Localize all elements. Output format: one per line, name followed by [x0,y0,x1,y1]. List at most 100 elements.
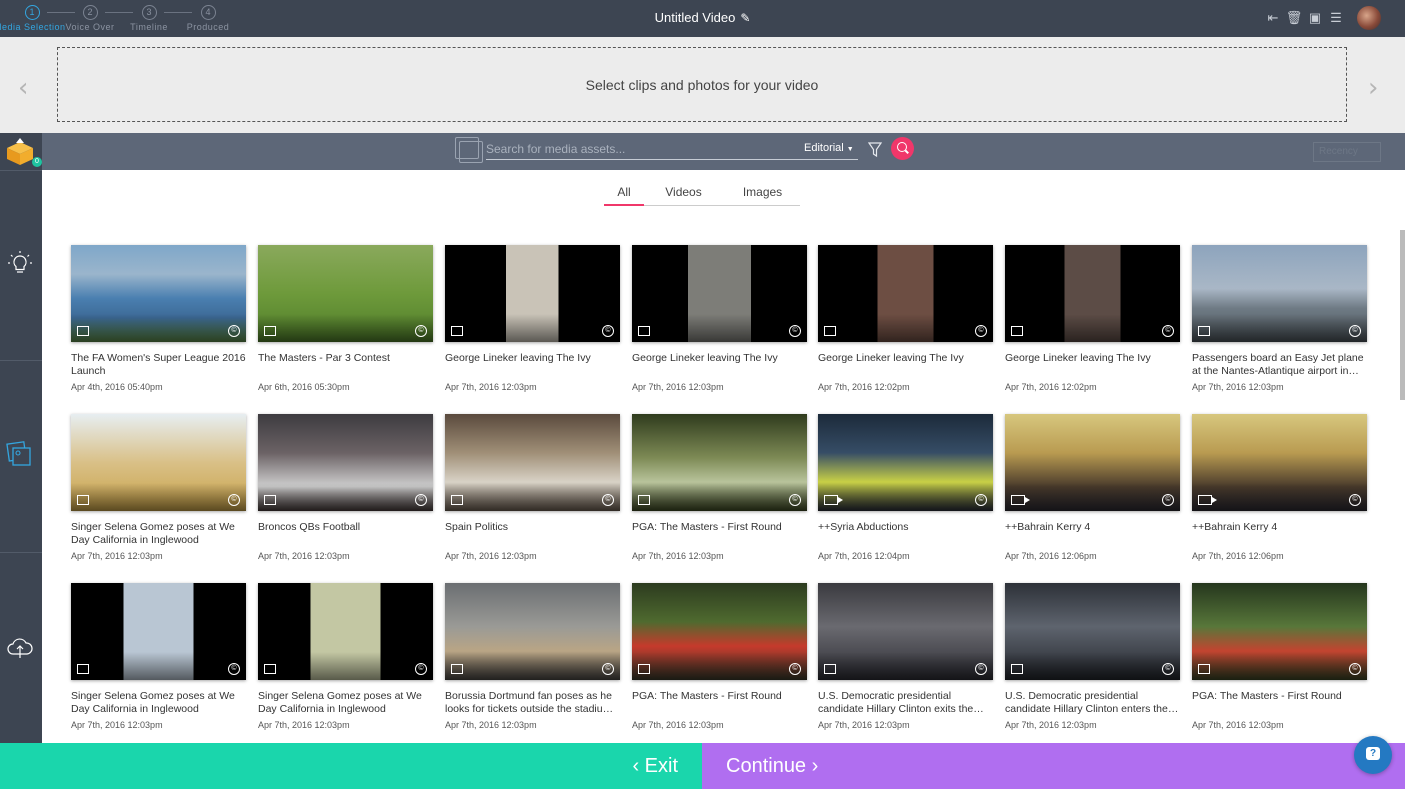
media-thumbnail[interactable]: © [71,245,246,342]
caret-down-icon: ▼ [846,146,854,153]
media-thumbnail[interactable]: © [1192,245,1367,342]
media-card[interactable]: © George Lineker leaving The Ivy Apr 7th, … [818,245,993,392]
media-card[interactable]: © ++Bahrain Kerry 4 Apr 7th, 2016 12:06pm [1005,414,1180,561]
scrollbar[interactable] [1400,230,1405,400]
thumbnail-shade [818,652,993,680]
media-thumbnail[interactable]: © [818,245,993,342]
media-card[interactable]: © Spain Politics Apr 7th, 2016 12:03pm [445,414,620,561]
image-type-icon [451,664,463,674]
trash-icon[interactable]: 🗑 [1285,9,1303,27]
media-card[interactable]: © The Masters - Par 3 Contest Apr 6th, 201… [258,245,433,392]
copyright-icon: © [975,325,987,337]
sidebar-section-ideas[interactable] [0,170,42,360]
media-title: ++Bahrain Kerry 4 [1005,521,1091,533]
media-card[interactable]: © Passengers board an Easy Jet plane at t… [1192,245,1367,392]
media-thumbnail[interactable]: © [1005,245,1180,342]
media-card[interactable]: © Singer Selena Gomez poses at We Day Cal… [71,583,246,730]
sidebar-section-media[interactable] [0,360,42,552]
media-card[interactable]: © ++Bahrain Kerry 4 Apr 7th, 2016 12:06pm [1192,414,1367,561]
sidebar-section-upload[interactable] [0,552,42,743]
media-thumbnail[interactable]: © [445,583,620,680]
thumbnail-shade [632,314,807,342]
pencil-icon[interactable]: ✎ [740,11,750,25]
media-card[interactable]: © PGA: The Masters - First Round Apr 7th, … [632,583,807,730]
exit-project-icon[interactable]: ⇤ [1264,9,1282,27]
copyright-icon: © [1349,325,1361,337]
media-card[interactable]: © U.S. Democratic presidential candidate … [1005,583,1180,730]
thumbnail-shade [1192,314,1367,342]
help-chat-button[interactable] [1354,736,1392,774]
thumbnail-shade [1005,483,1180,511]
media-thumbnail[interactable]: © [258,583,433,680]
sort-select[interactable]: Recency [1313,142,1381,162]
thumbnail-shade [1005,314,1180,342]
left-sidebar: 0 [0,133,42,743]
avatar[interactable] [1357,6,1381,30]
media-drop-area: ‹ Select clips and photos for your video… [0,37,1405,133]
media-title: The FA Women's Super League 2016 Launch [71,352,246,377]
media-card[interactable]: © PGA: The Masters - First Round Apr 7th, … [632,414,807,561]
video-title-text[interactable]: Untitled Video [655,10,736,25]
media-thumbnail[interactable]: © [71,583,246,680]
search-input[interactable] [486,138,858,160]
tab-videos[interactable]: Videos [661,185,706,206]
chevron-left-icon[interactable]: ‹ [18,73,28,103]
exit-label: ‹ Exit [632,754,678,777]
media-card[interactable]: © PGA: The Masters - First Round Apr 7th, … [1192,583,1367,730]
media-thumbnail[interactable]: © [1005,414,1180,511]
chevron-right-icon[interactable]: › [1368,73,1378,103]
media-card[interactable]: © Singer Selena Gomez poses at We Day Cal… [258,583,433,730]
media-title: PGA: The Masters - First Round [632,690,782,702]
top-bar: 1 Media Selection 2 Voice Over 3 Timelin… [0,0,1405,37]
media-thumbnail[interactable]: © [1005,583,1180,680]
media-title: The Masters - Par 3 Contest [258,352,390,364]
copyright-icon: © [789,325,801,337]
media-date: Apr 7th, 2016 12:03pm [445,382,537,392]
media-card[interactable]: © The FA Women's Super League 2016 Launch… [71,245,246,392]
media-thumbnail[interactable]: © [1192,414,1367,511]
media-thumbnail[interactable]: © [258,245,433,342]
media-thumbnail[interactable]: © [258,414,433,511]
filter-icon[interactable] [868,142,882,158]
search-button[interactable] [891,137,914,160]
tab-images[interactable]: Images [739,185,786,206]
media-card[interactable]: © ++Syria Abductions Apr 7th, 2016 12:04pm [818,414,993,561]
exit-button[interactable]: ‹ Exit [0,743,702,789]
comments-icon[interactable]: ☰ [1327,9,1345,27]
media-card[interactable]: © Borussia Dortmund fan poses as he looks… [445,583,620,730]
drop-zone[interactable]: Select clips and photos for your video [57,47,1347,122]
thumbnail-shade [1192,483,1367,511]
scope-dropdown[interactable]: Editorial ▼ [804,142,854,154]
continue-label: Continue › [726,754,819,777]
media-thumbnail[interactable]: © [818,583,993,680]
media-date: Apr 7th, 2016 12:03pm [1005,720,1097,730]
copyright-icon: © [975,494,987,506]
media-card[interactable]: © George Lineker leaving The Ivy Apr 7th, … [1005,245,1180,392]
image-type-icon [264,326,276,336]
media-date: Apr 7th, 2016 12:03pm [632,382,724,392]
copyright-icon: © [415,663,427,675]
media-title: Borussia Dortmund fan poses as he looks … [445,690,614,715]
media-thumbnail[interactable]: © [445,245,620,342]
video-type-icon [1198,495,1217,505]
media-card[interactable]: © George Lineker leaving The Ivy Apr 7th, … [632,245,807,392]
tab-all[interactable]: All [604,185,644,206]
media-thumbnail[interactable]: © [445,414,620,511]
media-card[interactable]: © Broncos QBs Football Apr 7th, 2016 12:03… [258,414,433,561]
media-thumbnail[interactable]: © [632,245,807,342]
continue-button[interactable]: Continue › [702,743,1405,789]
thumbnail-shade [818,483,993,511]
media-thumbnail[interactable]: © [632,414,807,511]
media-date: Apr 7th, 2016 12:03pm [1192,382,1284,392]
media-date: Apr 4th, 2016 05:40pm [71,382,163,392]
media-card[interactable]: © U.S. Democratic presidential candidate … [818,583,993,730]
media-card[interactable]: © George Lineker leaving The Ivy Apr 7th, … [445,245,620,392]
copyright-icon: © [602,663,614,675]
save-icon[interactable]: ▣ [1306,9,1324,27]
media-card[interactable]: © Singer Selena Gomez poses at We Day Cal… [71,414,246,561]
media-thumbnail[interactable]: © [818,414,993,511]
media-thumbnail[interactable]: © [71,414,246,511]
thumbnail-shade [445,314,620,342]
media-thumbnail[interactable]: © [1192,583,1367,680]
media-thumbnail[interactable]: © [632,583,807,680]
